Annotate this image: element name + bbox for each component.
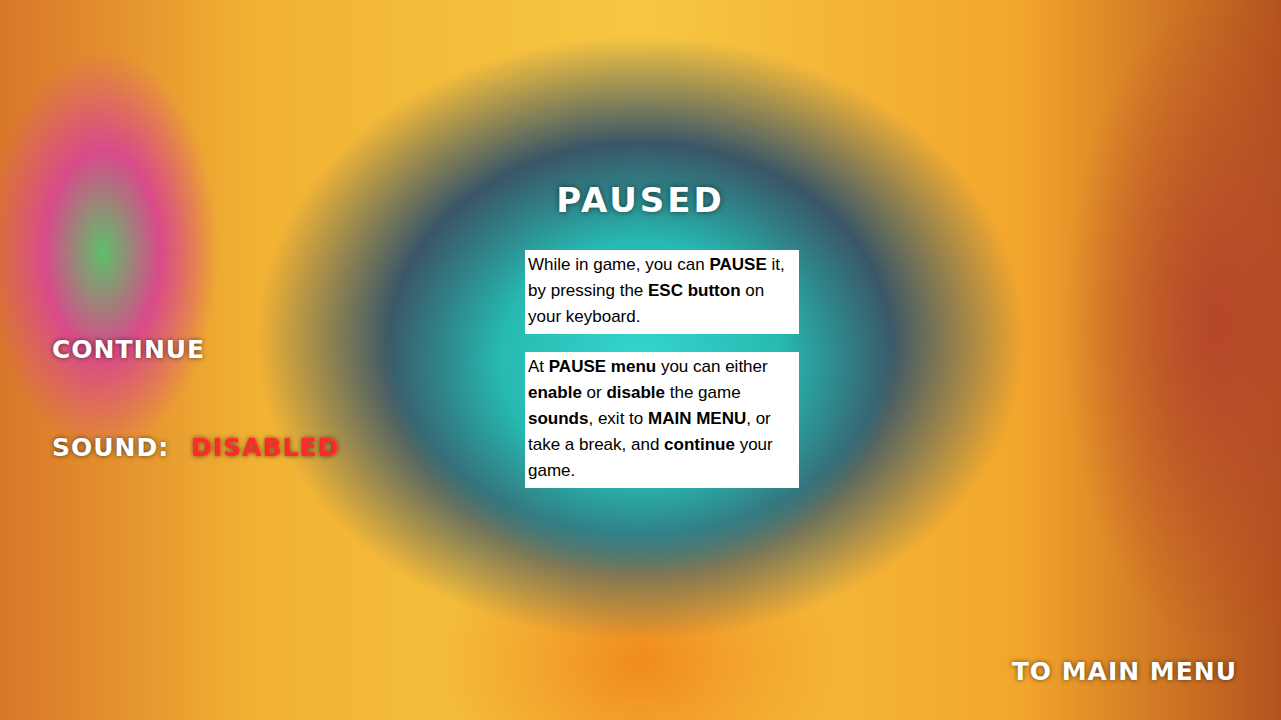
bold-text: disable [606,383,665,402]
bold-text: ESC button [648,281,741,300]
pause-content: CONTINUE SOUND: DISABLED While in game, you… [0,250,1281,488]
paused-title: PAUSED [0,178,1281,222]
bottom-bar: TO MAIN MENU [0,656,1281,720]
sound-toggle[interactable]: SOUND: DISABLED [52,432,525,464]
info-box: While in game, you can PAUSE it, by pres… [525,250,799,334]
pause-screen: PAUSED CONTINUE SOUND: DISABLED While in gam… [0,0,1281,720]
main-menu-button[interactable]: TO MAIN MENU [1012,656,1237,688]
bold-text: PAUSE menu [549,357,656,376]
sound-state: DISABLED [191,432,339,464]
continue-button[interactable]: CONTINUE [52,334,525,366]
info-panel: While in game, you can PAUSE it, by pres… [525,250,799,488]
info-text: While in game, you can [528,255,709,274]
bold-text: MAIN MENU [648,409,746,428]
info-text: , exit to [588,409,648,428]
info-text: the game [665,383,741,402]
info-text: you can either [656,357,768,376]
info-text: or [582,383,607,402]
bold-text: enable [528,383,582,402]
bold-text: sounds [528,409,588,428]
info-text: At [528,357,549,376]
info-box: At PAUSE menu you can either enable or d… [525,352,799,488]
sound-label: SOUND: [52,432,169,464]
pause-menu: CONTINUE SOUND: DISABLED [52,250,525,488]
bold-text: PAUSE [709,255,766,274]
bold-text: continue [664,435,735,454]
